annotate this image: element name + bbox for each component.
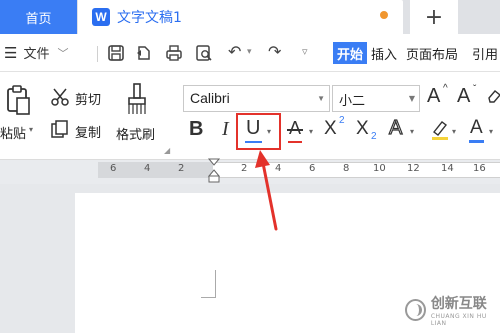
ruler-tick: 10 [373,163,386,174]
ruler-tick: 16 [473,163,486,174]
ruler-tick: 14 [441,163,454,174]
print-icon[interactable] [165,44,183,62]
font-size-select[interactable]: 小二 ▼ [332,85,420,112]
bold-button[interactable]: B [189,118,203,141]
margin-corner-mark [201,270,216,298]
document-tab-title: 文字文稿1 [117,10,182,26]
menu-icon: ☰ [4,43,18,62]
undo-dropdown-icon[interactable]: ▾ [247,47,252,57]
cut-button[interactable]: 剪切 [75,89,101,108]
file-menu-label: 文件 [23,47,50,62]
subscript-mark: 2 [371,131,377,142]
font-color-button[interactable]: A [470,117,483,139]
watermark-main-text: 创新互联 [430,296,487,312]
grow-font-caret-icon: ^ [443,83,448,94]
paste-icon[interactable] [5,84,33,116]
text-effect-dropdown-icon[interactable]: ▾ [410,127,414,136]
chevron-down-icon: ﹀ [57,46,69,60]
tab-insert[interactable]: 插入 [371,42,397,64]
undo-icon[interactable]: ↶ [228,42,241,61]
document-tab[interactable]: W 文字文稿1 [78,0,403,34]
highlighter-dropdown-icon[interactable]: ▾ [452,127,456,136]
font-color-bar-icon [469,140,484,143]
font-name-value: Calibri [190,90,230,106]
export-pdf-icon[interactable] [135,44,153,62]
copy-button[interactable]: 复制 [75,122,101,141]
writer-icon: W [92,8,110,26]
ruler-tick: 6 [309,163,316,174]
ruler-tick: 4 [144,163,151,174]
scissors-icon[interactable] [50,87,70,107]
chevron-down-icon: ▼ [317,94,325,103]
ruler-tick: 12 [407,163,420,174]
grow-font-button[interactable]: A [427,85,440,108]
shrink-font-button[interactable]: A [457,85,470,108]
format-painter-button[interactable]: 格式刷 [116,124,155,143]
copy-icon[interactable] [50,119,70,139]
menu-bar: ☰ 文件 ﹀ ↶ ▾ ↷ ▿ 开始 插入 页面布局 引用 [0,34,500,72]
divider [97,46,98,62]
strike-dropdown-icon[interactable]: ▾ [309,127,313,136]
save-icon[interactable] [107,44,125,62]
redo-icon[interactable]: ↷ [268,42,281,61]
subscript-button[interactable]: X [356,118,369,140]
superscript-mark: 2 [339,115,345,126]
tab-start[interactable]: 开始 [333,42,368,64]
paste-button[interactable]: 粘贴 [0,123,26,142]
ruler-tick: 6 [110,163,117,174]
italic-button[interactable]: I [222,118,229,141]
customize-toolbar-icon[interactable]: ▿ [302,45,308,58]
tab-page-layout[interactable]: 页面布局 [406,42,458,64]
tab-references[interactable]: 引用 [472,42,498,64]
ruler-tick: 4 [275,163,282,174]
unsaved-dot-icon [380,11,388,19]
new-tab-button[interactable]: + [410,0,458,34]
watermark-logo-icon [405,299,426,321]
chevron-down-icon: ▼ [408,94,415,103]
watermark: 创新互联 CHUANG XIN HU LIAN [405,293,500,327]
underline-highlight-box [236,113,281,150]
ruler-tick: 2 [178,163,185,174]
file-menu[interactable]: ☰ 文件 ﹀ [4,43,69,63]
print-preview-icon[interactable] [195,44,213,62]
paste-dropdown-icon[interactable]: ▾ [29,125,33,134]
ruler-tick: 2 [241,163,248,174]
font-size-value: 小二 [339,94,366,109]
clipboard-launcher-icon[interactable]: ◢ [164,146,170,155]
text-effect-button[interactable]: A [388,116,403,140]
superscript-button[interactable]: X [324,118,337,140]
font-color-dropdown-icon[interactable]: ▾ [489,127,493,136]
strike-line-icon [287,129,303,131]
home-tab[interactable]: 首页 [0,0,77,34]
tab-bar: 首页 W 文字文稿1 + [0,0,500,34]
font-name-select[interactable]: Calibri ▼ [183,85,330,112]
eraser-icon[interactable] [486,88,500,104]
ruler-tick: 8 [343,163,350,174]
watermark-sub-text: CHUANG XIN HU LIAN [430,313,487,327]
highlighter-icon[interactable] [430,119,450,141]
shrink-font-caret-icon: ˇ [473,84,477,95]
format-painter-icon[interactable] [126,82,148,118]
strike-color-bar-icon [288,141,302,143]
indent-marker-icon[interactable] [208,158,220,184]
